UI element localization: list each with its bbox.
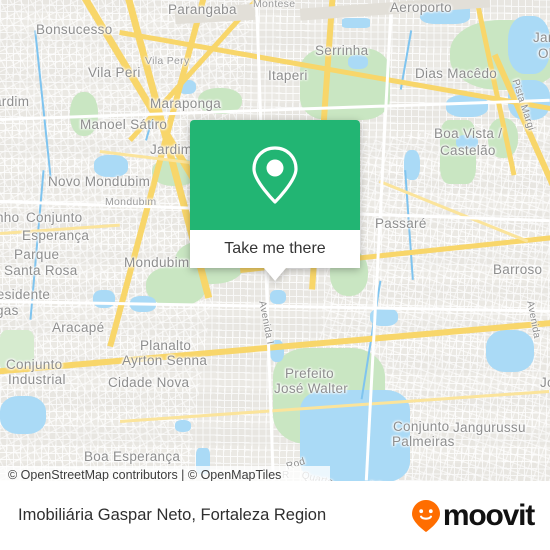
map-place-label: Bonsucesso (36, 22, 113, 37)
map-place-label: gas (0, 303, 19, 318)
map-place-label: Prefeito (285, 366, 334, 381)
map-place-label: Montese (253, 0, 296, 10)
map-place-label: ardim (0, 94, 30, 109)
map-place-label: Conjunto (6, 357, 63, 372)
map-place-label: Conjunto (26, 210, 83, 225)
callout-label[interactable]: Take me there (190, 230, 360, 268)
map-place-label: Ol (538, 46, 550, 61)
map-place-label: Jar (533, 30, 550, 45)
map-place-label: Jo (540, 375, 550, 390)
map-water-body (93, 290, 115, 308)
map-pin-icon (252, 146, 298, 204)
map-water-body (270, 290, 286, 304)
map-water-body (0, 396, 46, 434)
map-place-label: Aeroporto (390, 0, 452, 15)
map-place-label: José Walter (274, 381, 349, 396)
map-water-body (175, 420, 191, 432)
moovit-brand[interactable]: moovit (411, 498, 535, 533)
callout-icon-panel (190, 120, 360, 230)
map-place-label: Mondubim (124, 255, 190, 270)
map-place-label: nho (0, 210, 20, 225)
map-attribution[interactable]: © OpenStreetMap contributors | © OpenMap… (0, 466, 330, 481)
callout-pointer (264, 268, 286, 281)
map-place-label: Itaperi (268, 68, 308, 83)
map-place-label: Ayrton Senna (122, 353, 208, 368)
map-place-label: Boa Esperança (84, 449, 181, 464)
map-place-label: Barroso (493, 262, 543, 277)
map-place-label: Serrinha (315, 43, 369, 58)
footer-bar: Imobiliária Gaspar Neto, Fortaleza Regio… (0, 481, 550, 550)
map-place-label: Passaré (375, 216, 427, 231)
map-place-label: Jangurussu (453, 420, 526, 435)
map-place-label: Santa Rosa (4, 263, 78, 278)
map-place-label: Boa Vista / (434, 126, 503, 141)
map-place-label: Industrial (8, 372, 66, 387)
map-place-label: Vila Pery (145, 55, 190, 67)
map-place-label: Vila Peri (88, 65, 141, 80)
map-place-label: Novo Mondubim (48, 174, 151, 189)
map-place-label: Jardim (150, 142, 193, 157)
map-place-label: Manoel Sátiro (80, 117, 168, 132)
moovit-smiley-pin-icon (411, 499, 440, 532)
map-place-label: residente (0, 287, 51, 302)
map-place-label: Planalto (140, 338, 192, 353)
map-place-label: Mondubim (105, 196, 157, 208)
map-water-body (508, 16, 550, 74)
take-me-there-callout[interactable]: Take me there (190, 120, 360, 281)
map-place-label: Cidade Nova (108, 375, 190, 390)
map-place-label: Esperança (22, 228, 90, 243)
map-water-body (486, 330, 534, 372)
map-place-label: Palmeiras (392, 434, 455, 449)
moovit-wordmark: moovit (442, 498, 535, 532)
map-place-label: Maraponga (150, 96, 221, 111)
map-place-label: Parangaba (168, 2, 237, 17)
map-screenshot: Parangaba Montese Aeroporto Bonsucesso Serri… (0, 0, 550, 550)
map-place-label: Aracapé (52, 320, 105, 335)
map-place-label: Castelão (440, 143, 496, 158)
map-place-label: Parque (14, 247, 60, 262)
location-title: Imobiliária Gaspar Neto, Fortaleza Regio… (18, 506, 327, 524)
map-water-body (342, 18, 370, 28)
map-place-label: Dias Macêdo (415, 66, 498, 81)
map-place-label: Conjunto (393, 419, 450, 434)
map-canvas[interactable]: Parangaba Montese Aeroporto Bonsucesso Serri… (0, 0, 550, 481)
